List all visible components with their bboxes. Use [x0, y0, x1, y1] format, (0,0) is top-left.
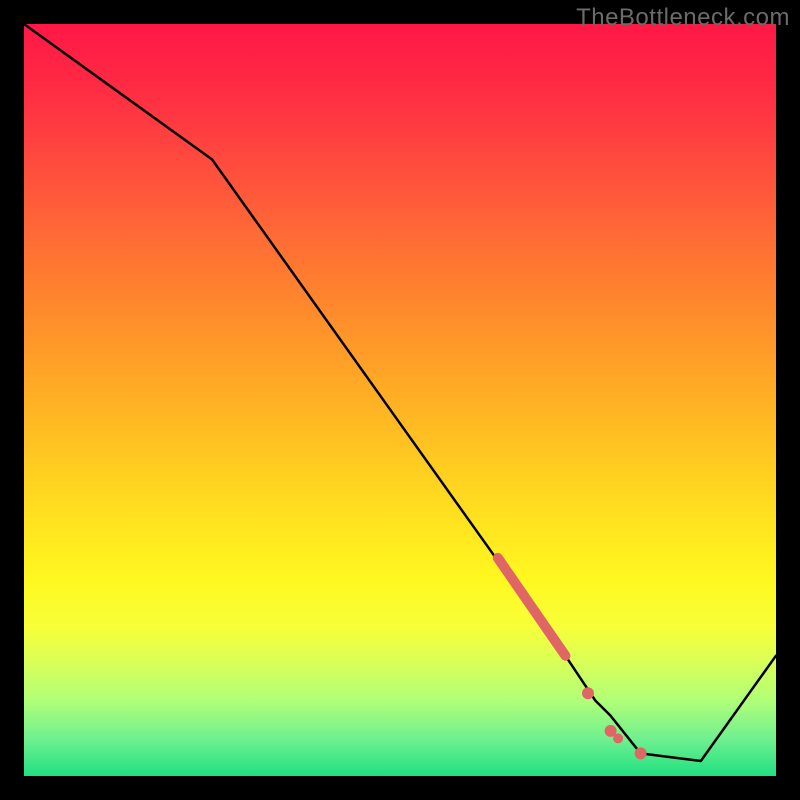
watermark-text: TheBottleneck.com	[576, 4, 790, 32]
highlight-segment	[498, 558, 566, 656]
highlight-point	[635, 747, 647, 759]
chart-overlay	[24, 24, 776, 776]
highlight-point	[582, 687, 594, 699]
bottleneck-curve-line	[24, 24, 776, 761]
highlight-point	[613, 733, 623, 743]
chart-frame: TheBottleneck.com	[0, 0, 800, 800]
